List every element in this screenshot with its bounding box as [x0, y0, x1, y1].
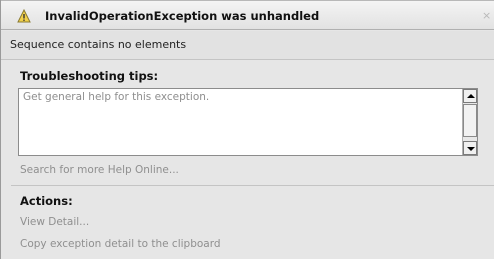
scroll-up-button[interactable]	[463, 89, 477, 103]
exception-message-band: Sequence contains no elements	[1, 31, 494, 60]
arrow-up-icon	[467, 94, 475, 98]
view-detail-link[interactable]: View Detail...	[20, 216, 89, 228]
troubleshooting-tips-heading: Troubleshooting tips:	[20, 69, 159, 83]
copy-exception-detail-link[interactable]: Copy exception detail to the clipboard	[20, 238, 221, 250]
dialog-title: InvalidOperationException was unhandled	[45, 9, 320, 23]
scroll-down-button[interactable]	[463, 141, 477, 155]
troubleshooting-tips-list: Get general help for this exception.	[18, 88, 478, 156]
arrow-down-icon	[467, 147, 475, 151]
exception-assistant-dialog: InvalidOperationException was unhandled …	[0, 0, 494, 259]
title-bar: InvalidOperationException was unhandled …	[1, 0, 494, 30]
tips-scrollbar[interactable]	[462, 89, 477, 155]
warning-icon	[17, 8, 31, 23]
scroll-thumb[interactable]	[463, 104, 477, 137]
actions-heading: Actions:	[20, 194, 73, 208]
search-help-online-link[interactable]: Search for more Help Online...	[20, 164, 179, 176]
exception-message: Sequence contains no elements	[10, 38, 187, 51]
section-divider	[11, 185, 494, 186]
close-icon[interactable]: ×	[482, 10, 491, 22]
tip-general-help[interactable]: Get general help for this exception.	[23, 91, 209, 103]
